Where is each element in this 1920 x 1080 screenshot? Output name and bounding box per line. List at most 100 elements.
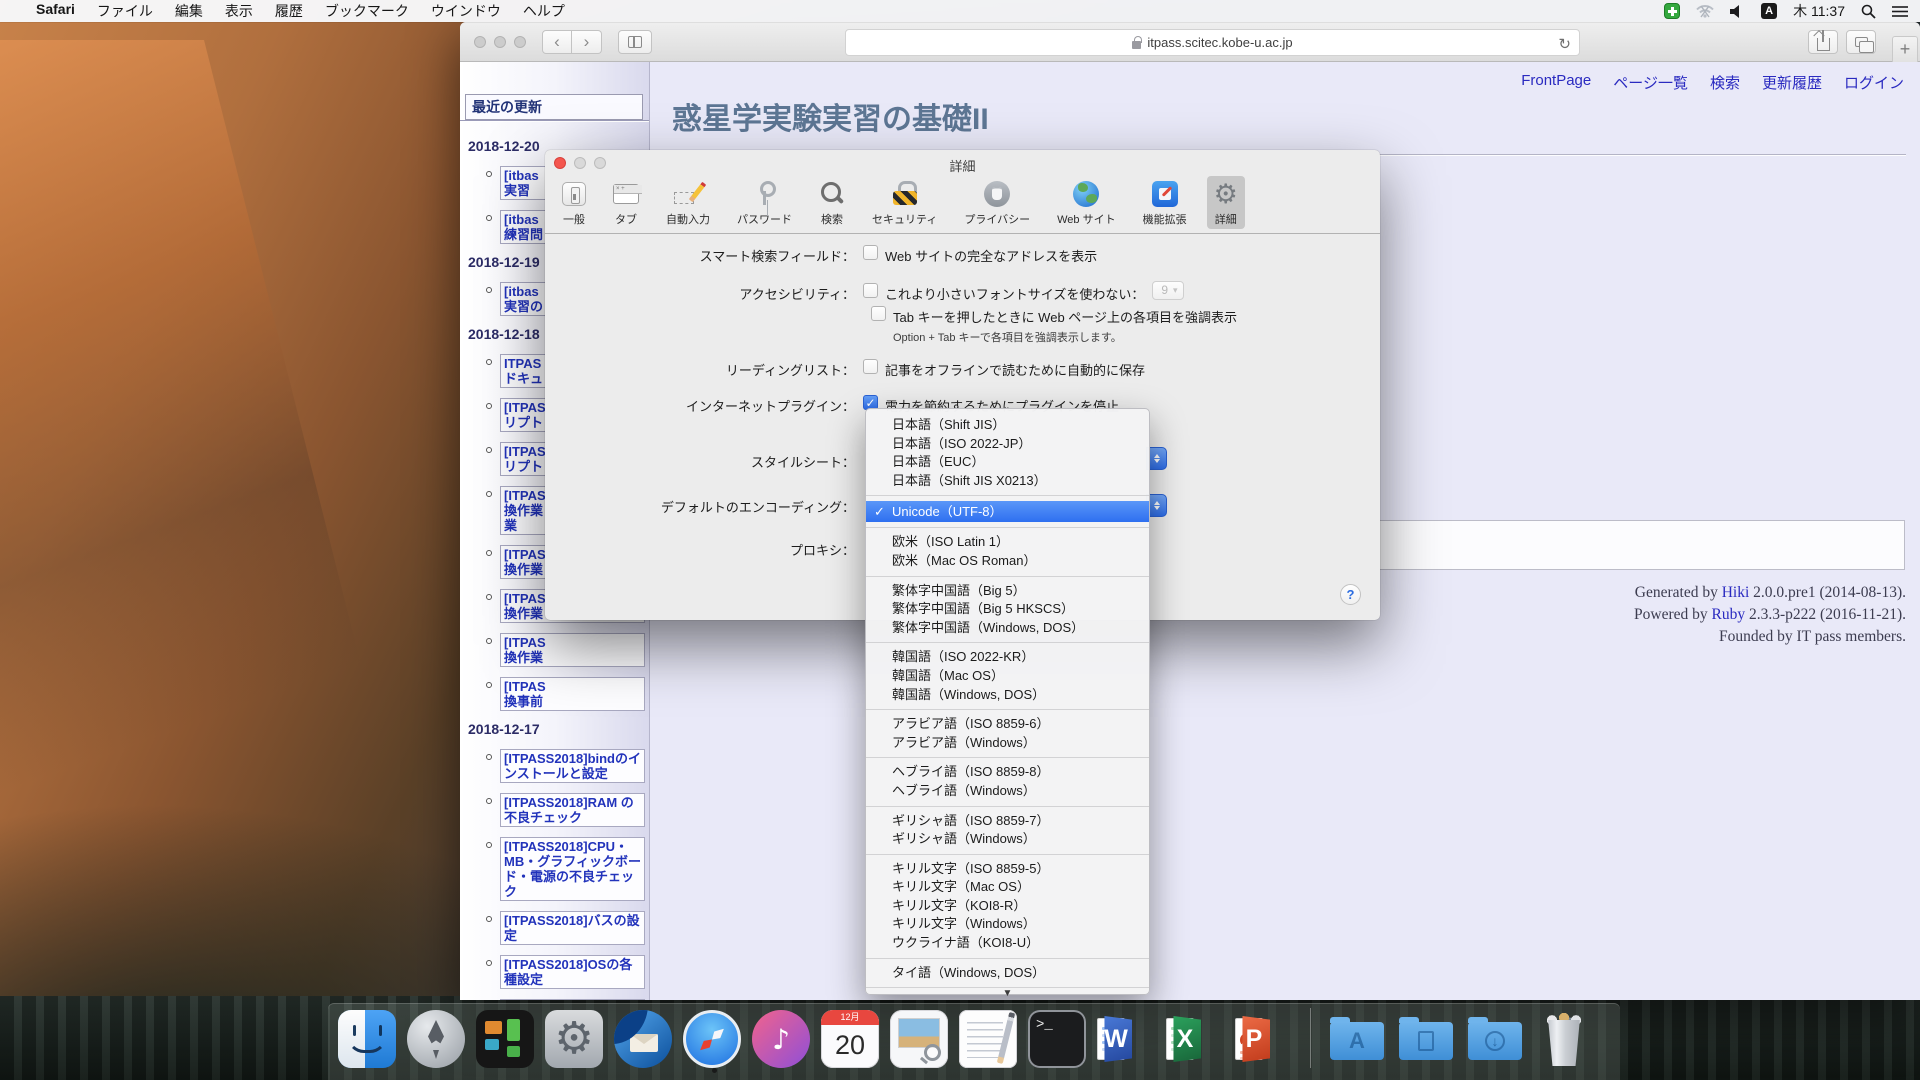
- encoding-menu-item[interactable]: 日本語（ISO 2022-JP）: [866, 435, 1149, 454]
- sidebar-link-item[interactable]: [ITPASS2018]CPU・MB・グラフィックボード・電源の不良チェック: [500, 837, 645, 901]
- menubar-item[interactable]: Safari: [36, 1, 75, 21]
- menubar-item[interactable]: 履歴: [275, 1, 303, 21]
- encoding-menu-item[interactable]: 日本語（EUC）: [866, 453, 1149, 472]
- close-button[interactable]: [474, 36, 486, 48]
- encoding-menu-item[interactable]: ヘブライ語（Windows）: [866, 782, 1149, 801]
- sidebar-link-item[interactable]: [ITPAS換作業: [500, 633, 645, 667]
- zoom-button[interactable]: [514, 36, 526, 48]
- launchpad-dock-icon[interactable]: [407, 1010, 465, 1068]
- trash-dock-icon[interactable]: [1535, 1010, 1593, 1068]
- encoding-menu-item[interactable]: ✓Unicode（UTF-8）: [866, 501, 1149, 522]
- encoding-menu-item[interactable]: ギリシャ語（Windows）: [866, 830, 1149, 849]
- tab-passwords[interactable]: パスワード: [730, 176, 799, 229]
- safari-dock-icon[interactable]: [683, 1010, 741, 1068]
- encoding-menu-item[interactable]: ギリシャ語（ISO 8859-7）: [866, 812, 1149, 831]
- window-manager-dock-icon[interactable]: [476, 1010, 534, 1068]
- documents-folder-dock-icon[interactable]: [1397, 1010, 1455, 1068]
- sidebar-link-item[interactable]: [ITPASS2018]OSの各種設定: [500, 955, 645, 989]
- encoding-menu-item[interactable]: アラビア語（Windows）: [866, 734, 1149, 753]
- page-nav-link[interactable]: ログイン: [1844, 72, 1904, 93]
- tab-highlight-checkbox[interactable]: [871, 306, 886, 321]
- textedit-dock-icon[interactable]: [959, 1010, 1017, 1068]
- encoding-menu-item[interactable]: 韓国語（ISO 2022-KR）: [866, 648, 1149, 667]
- encoding-menu-item[interactable]: キリル文字（Windows）: [866, 915, 1149, 934]
- preview-dock-icon[interactable]: [890, 1010, 948, 1068]
- spotlight-search-icon[interactable]: [1861, 4, 1876, 19]
- encoding-menu-item[interactable]: キリル文字（KOI8-R）: [866, 897, 1149, 916]
- volume-icon[interactable]: [1730, 5, 1745, 18]
- encoding-menu-item[interactable]: ウクライナ語（KOI8-U）: [866, 934, 1149, 953]
- page-nav-link[interactable]: FrontPage: [1521, 72, 1591, 93]
- page-nav-link[interactable]: 更新履歴: [1762, 72, 1822, 93]
- encoding-menu-item[interactable]: ヘブライ語（ISO 8859-8）: [866, 763, 1149, 782]
- input-source-icon[interactable]: A: [1761, 3, 1777, 19]
- wifi-off-icon[interactable]: [1696, 5, 1714, 18]
- encoding-menu-item[interactable]: 日本語（Shift JIS X0213）: [866, 472, 1149, 491]
- tab-extensions[interactable]: 機能拡張: [1136, 176, 1194, 229]
- notification-center-icon[interactable]: [1892, 5, 1908, 18]
- tab-autofill[interactable]: 自動入力: [659, 176, 717, 229]
- tab-advanced[interactable]: ⚙詳細: [1207, 176, 1245, 229]
- system-preferences-dock-icon[interactable]: ⚙: [545, 1010, 603, 1068]
- encoding-menu-item[interactable]: 日本語（Shift JIS）: [866, 416, 1149, 435]
- excel-dock-icon[interactable]: X: [1166, 1010, 1224, 1068]
- tab-search[interactable]: 検索: [812, 176, 852, 229]
- minimize-button[interactable]: [494, 36, 506, 48]
- new-tab-button[interactable]: +: [1892, 36, 1918, 62]
- tab-overview-button[interactable]: [1846, 30, 1876, 54]
- zoom-button[interactable]: [594, 157, 606, 169]
- page-nav-link[interactable]: ページ一覧: [1613, 72, 1688, 93]
- encoding-menu-item[interactable]: キリル文字（ISO 8859-5）: [866, 860, 1149, 879]
- font-size-select[interactable]: 9▾: [1152, 281, 1183, 300]
- tab-websites[interactable]: Web サイト: [1050, 176, 1122, 229]
- thunderbird-dock-icon[interactable]: [614, 1010, 672, 1068]
- sidebar-link-item[interactable]: [ITPASS2018]OSのインストール: [500, 999, 645, 1000]
- encoding-menu-item[interactable]: タイ語（Windows, DOS）: [866, 964, 1149, 983]
- menubar-item[interactable]: ウインドウ: [431, 1, 501, 21]
- downloads-folder-dock-icon[interactable]: ↓: [1466, 1010, 1524, 1068]
- minimize-button[interactable]: [574, 157, 586, 169]
- status-app-icon[interactable]: [1664, 3, 1680, 19]
- menubar-item[interactable]: 表示: [225, 1, 253, 21]
- forward-button[interactable]: ›: [572, 30, 602, 54]
- tab-tabs[interactable]: タブ: [606, 176, 646, 229]
- encoding-menu-item[interactable]: 韓国語（Windows, DOS）: [866, 686, 1149, 705]
- word-dock-icon[interactable]: W: [1097, 1010, 1155, 1068]
- address-bar[interactable]: itpass.scitec.kobe-u.ac.jp ↻: [845, 29, 1580, 56]
- back-button[interactable]: ‹: [542, 30, 572, 54]
- scroll-more-indicator[interactable]: ▼: [866, 988, 1149, 999]
- close-button[interactable]: [554, 157, 566, 169]
- terminal-dock-icon[interactable]: >_: [1028, 1010, 1086, 1068]
- tab-privacy[interactable]: プライバシー: [957, 176, 1037, 229]
- finder-dock-icon[interactable]: [338, 1010, 396, 1068]
- sidebar-toggle-button[interactable]: [618, 30, 652, 54]
- encoding-menu-item[interactable]: 繁体字中国語（Big 5 HKSCS）: [866, 600, 1149, 619]
- encoding-menu-item[interactable]: 韓国語（Mac OS）: [866, 667, 1149, 686]
- hiki-link[interactable]: Hiki: [1722, 584, 1750, 601]
- menubar-item[interactable]: ヘルプ: [523, 1, 565, 21]
- encoding-menu-item[interactable]: 欧米（Mac OS Roman）: [866, 552, 1149, 571]
- menubar-item[interactable]: 編集: [175, 1, 203, 21]
- page-nav-link[interactable]: 検索: [1710, 72, 1740, 93]
- reload-button[interactable]: ↻: [1558, 35, 1571, 53]
- menubar-item[interactable]: ファイル: [97, 1, 153, 21]
- sidebar-link-item[interactable]: [ITPAS換事前: [500, 677, 645, 711]
- itunes-dock-icon[interactable]: ♪: [752, 1010, 810, 1068]
- ruby-link[interactable]: Ruby: [1712, 606, 1746, 623]
- smart-search-checkbox[interactable]: [863, 245, 878, 260]
- tab-general[interactable]: 一般: [555, 176, 593, 229]
- applications-folder-dock-icon[interactable]: A: [1328, 1010, 1386, 1068]
- encoding-menu-item[interactable]: 繁体字中国語（Big 5）: [866, 582, 1149, 601]
- encoding-menu-item[interactable]: 繁体字中国語（Windows, DOS）: [866, 619, 1149, 638]
- tab-security[interactable]: セキュリティ: [865, 176, 944, 229]
- help-button[interactable]: ?: [1340, 584, 1361, 605]
- sidebar-link-item[interactable]: [ITPASS2018]bindのインストールと設定: [500, 749, 645, 783]
- encoding-menu-item[interactable]: キリル文字（Mac OS）: [866, 878, 1149, 897]
- share-button[interactable]: [1808, 30, 1838, 54]
- powerpoint-dock-icon[interactable]: P: [1235, 1010, 1293, 1068]
- encoding-menu-item[interactable]: 欧米（ISO Latin 1）: [866, 533, 1149, 552]
- menu-clock[interactable]: 木 11:37: [1793, 1, 1845, 21]
- sidebar-link-item[interactable]: [ITPASS2018]RAM の不良チェック: [500, 793, 645, 827]
- min-font-checkbox[interactable]: [863, 283, 878, 298]
- encoding-menu-item[interactable]: アラビア語（ISO 8859-6）: [866, 715, 1149, 734]
